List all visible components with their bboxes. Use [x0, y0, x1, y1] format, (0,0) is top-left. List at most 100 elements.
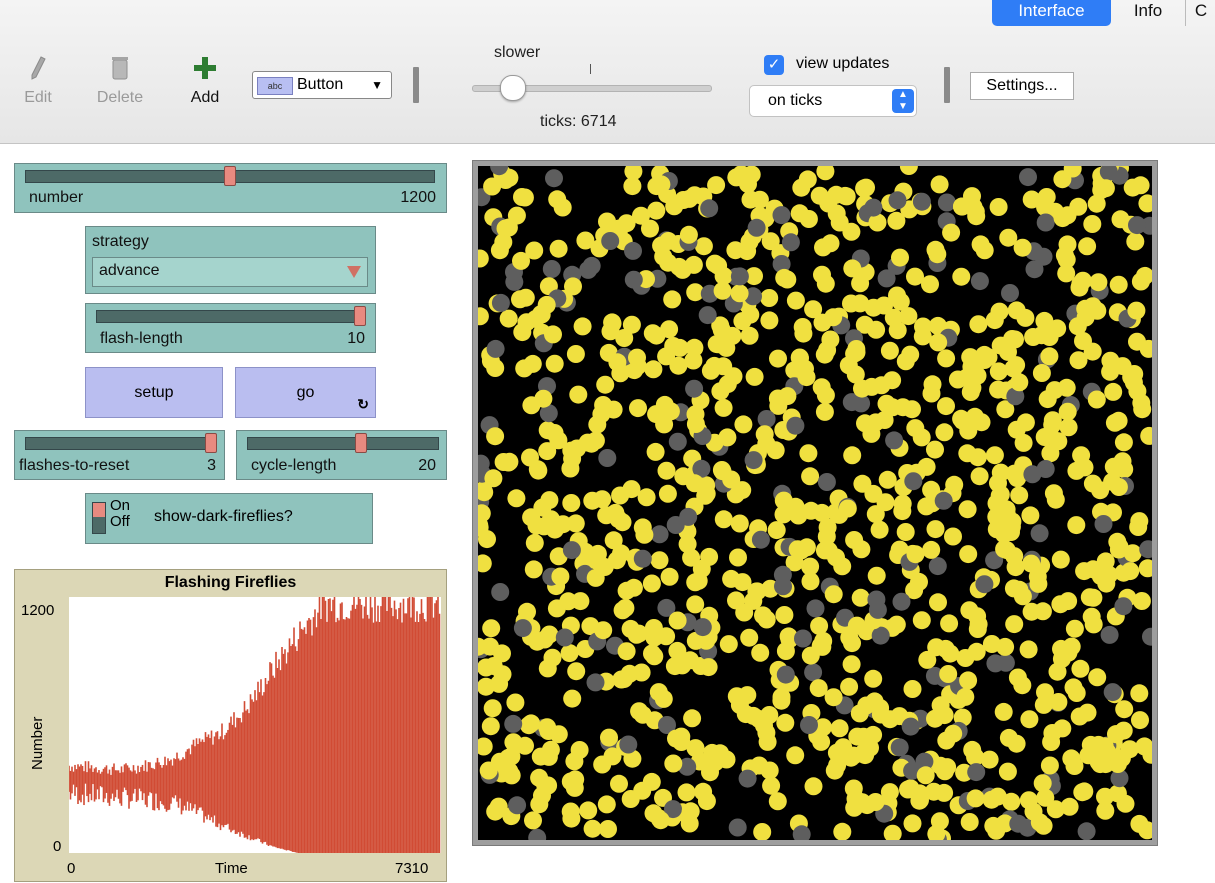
- firefly-lit: [1131, 176, 1150, 195]
- firefly-lit: [1127, 301, 1146, 320]
- switch-show-dark-fireflies[interactable]: On Off show-dark-fireflies?: [85, 493, 373, 544]
- view-updates-checkbox[interactable]: ✓: [764, 55, 784, 75]
- firefly-lit: [843, 259, 862, 278]
- firefly-lit: [674, 467, 693, 486]
- firefly-dark: [598, 449, 617, 467]
- firefly-lit: [681, 802, 700, 821]
- firefly-lit: [824, 585, 843, 604]
- firefly-lit: [801, 572, 820, 591]
- firefly-lit: [707, 176, 726, 195]
- slider-thumb[interactable]: [205, 433, 217, 453]
- settings-button[interactable]: Settings...: [970, 72, 1074, 100]
- chooser-strategy[interactable]: strategy advance: [85, 226, 376, 294]
- y-max-tick: 1200: [21, 602, 55, 619]
- firefly-lit: [586, 568, 605, 587]
- firefly-lit: [1046, 490, 1065, 509]
- firefly-lit: [569, 385, 588, 404]
- x-min-tick: 0: [67, 860, 76, 877]
- edit-button[interactable]: Edit: [8, 55, 68, 107]
- firefly-lit: [813, 313, 832, 332]
- tab-code[interactable]: C: [1185, 0, 1215, 26]
- tab-interface[interactable]: Interface: [992, 0, 1111, 26]
- firefly-lit: [816, 166, 835, 181]
- slider-value: 1200: [400, 189, 436, 206]
- firefly-lit: [523, 354, 542, 373]
- firefly-lit: [525, 533, 544, 552]
- firefly-lit: [726, 241, 745, 260]
- firefly-lit: [1022, 190, 1041, 209]
- firefly-lit: [1067, 461, 1086, 480]
- firefly-lit: [854, 727, 873, 746]
- firefly-lit: [705, 356, 724, 375]
- x-axis-label: Time: [215, 860, 248, 877]
- firefly-dark: [975, 575, 994, 594]
- firefly-dark: [698, 306, 717, 325]
- firefly-lit: [679, 225, 698, 244]
- firefly-lit: [641, 219, 659, 238]
- firefly-dark: [904, 472, 923, 491]
- firefly-lit: [1034, 695, 1053, 714]
- firefly-lit: [1045, 381, 1064, 400]
- firefly-dark: [885, 431, 904, 450]
- plot-flashing-fireflies: Flashing Fireflies 1200 0 Number 0 Time …: [14, 569, 447, 882]
- firefly-lit: [565, 778, 584, 797]
- firefly-dark: [817, 473, 836, 491]
- firefly-lit: [1097, 574, 1116, 593]
- speed-slider-thumb[interactable]: [500, 75, 526, 101]
- firefly-lit: [891, 292, 910, 311]
- firefly-lit: [499, 453, 518, 472]
- firefly-lit: [968, 448, 987, 467]
- firefly-lit: [883, 824, 902, 840]
- firefly-lit: [761, 232, 780, 251]
- firefly-lit: [918, 650, 937, 669]
- firefly-lit: [790, 204, 809, 223]
- firefly-dark: [542, 260, 561, 278]
- firefly-lit: [1067, 516, 1086, 535]
- firefly-lit: [621, 790, 640, 808]
- firefly-lit: [1091, 481, 1110, 500]
- firefly-lit: [1082, 607, 1101, 626]
- updown-chevron-icon: ▲ ▼: [892, 89, 914, 113]
- firefly-lit: [623, 177, 642, 196]
- slider-flashes-to-reset[interactable]: flashes-to-reset 3: [14, 430, 225, 480]
- firefly-dark: [776, 665, 795, 684]
- slider-thumb[interactable]: [355, 433, 367, 453]
- setup-button[interactable]: setup: [85, 367, 223, 418]
- firefly-lit: [733, 481, 752, 500]
- tab-info[interactable]: Info: [1112, 0, 1184, 26]
- go-button[interactable]: go ↻: [235, 367, 376, 418]
- widget-type-select[interactable]: abc Button ▼: [252, 71, 392, 99]
- x-max-tick: 7310: [395, 860, 429, 877]
- firefly-lit: [928, 245, 947, 264]
- update-mode-select[interactable]: on ticks ▲ ▼: [749, 85, 917, 117]
- firefly-lit: [912, 611, 931, 630]
- add-button[interactable]: Add: [175, 55, 235, 107]
- firefly-lit: [1032, 364, 1051, 382]
- chooser-value-box[interactable]: advance: [92, 257, 368, 287]
- firefly-lit: [587, 551, 606, 570]
- delete-button[interactable]: Delete: [90, 55, 150, 107]
- slider-number[interactable]: number 1200: [14, 163, 447, 213]
- plot-title: Flashing Fireflies: [164, 574, 297, 591]
- firefly-lit: [1088, 301, 1107, 320]
- firefly-lit: [1053, 719, 1072, 738]
- slider-flash-length[interactable]: flash-length 10: [85, 303, 376, 353]
- firefly-dark: [1023, 465, 1042, 484]
- firefly-lit: [753, 823, 772, 840]
- firefly-dark: [579, 260, 598, 279]
- slider-thumb[interactable]: [224, 166, 236, 186]
- slider-cycle-length[interactable]: cycle-length 20: [236, 430, 447, 480]
- firefly-lit: [482, 619, 501, 638]
- firefly-dark: [1142, 627, 1152, 646]
- firefly-lit: [1020, 710, 1039, 729]
- firefly-lit: [730, 284, 749, 303]
- firefly-lit: [912, 428, 931, 447]
- world-view[interactable]: [478, 166, 1152, 840]
- slider-thumb[interactable]: [354, 306, 366, 326]
- firefly-lit: [801, 646, 820, 665]
- firefly-lit: [599, 820, 617, 838]
- firefly-lit: [929, 333, 948, 352]
- firefly-lit: [794, 324, 813, 343]
- slider-track: [247, 437, 439, 450]
- firefly-lit: [1121, 562, 1140, 581]
